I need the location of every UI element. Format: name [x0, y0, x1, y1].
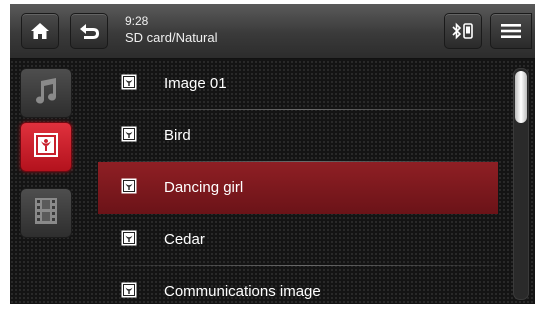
sidebar-item-pictures[interactable] — [20, 122, 72, 172]
picture-icon — [33, 132, 59, 163]
image-file-icon — [121, 230, 137, 246]
image-file-icon — [121, 74, 137, 90]
breadcrumb-path: SD card/Natural — [125, 30, 218, 45]
back-icon — [78, 22, 100, 40]
list-item[interactable]: Bird — [98, 110, 498, 162]
clock-time: 9:28 — [125, 14, 149, 28]
scrollbar-thumb[interactable] — [515, 71, 527, 123]
file-name: Dancing girl — [164, 179, 244, 196]
home-icon — [30, 22, 50, 40]
image-file-icon — [121, 178, 137, 194]
device-screen: 9:28 SD card/Natural Image 01 Bird Danci… — [10, 4, 535, 304]
list-item-selected[interactable]: Dancing girl — [98, 162, 498, 214]
menu-button[interactable] — [490, 13, 532, 49]
file-name: Cedar — [164, 231, 205, 248]
file-name: Bird — [164, 127, 191, 144]
file-name: Image 01 — [164, 75, 227, 92]
back-button[interactable] — [70, 13, 108, 49]
top-bar: 9:28 SD card/Natural — [10, 4, 535, 59]
list-item[interactable]: Cedar — [98, 214, 498, 266]
list-item[interactable]: Communications image — [98, 266, 498, 304]
bluetooth-phone-icon — [451, 22, 475, 40]
menu-icon — [501, 23, 521, 39]
home-button[interactable] — [21, 13, 59, 49]
image-file-icon — [121, 282, 137, 298]
film-icon — [33, 197, 59, 230]
image-file-icon — [121, 126, 137, 142]
scrollbar[interactable] — [513, 68, 529, 300]
sidebar-item-video[interactable] — [20, 188, 72, 238]
list-item[interactable]: Image 01 — [98, 58, 498, 110]
music-note-icon — [32, 77, 60, 110]
file-name: Communications image — [164, 283, 321, 300]
sidebar-item-music[interactable] — [20, 68, 72, 118]
bluetooth-button[interactable] — [444, 13, 482, 49]
